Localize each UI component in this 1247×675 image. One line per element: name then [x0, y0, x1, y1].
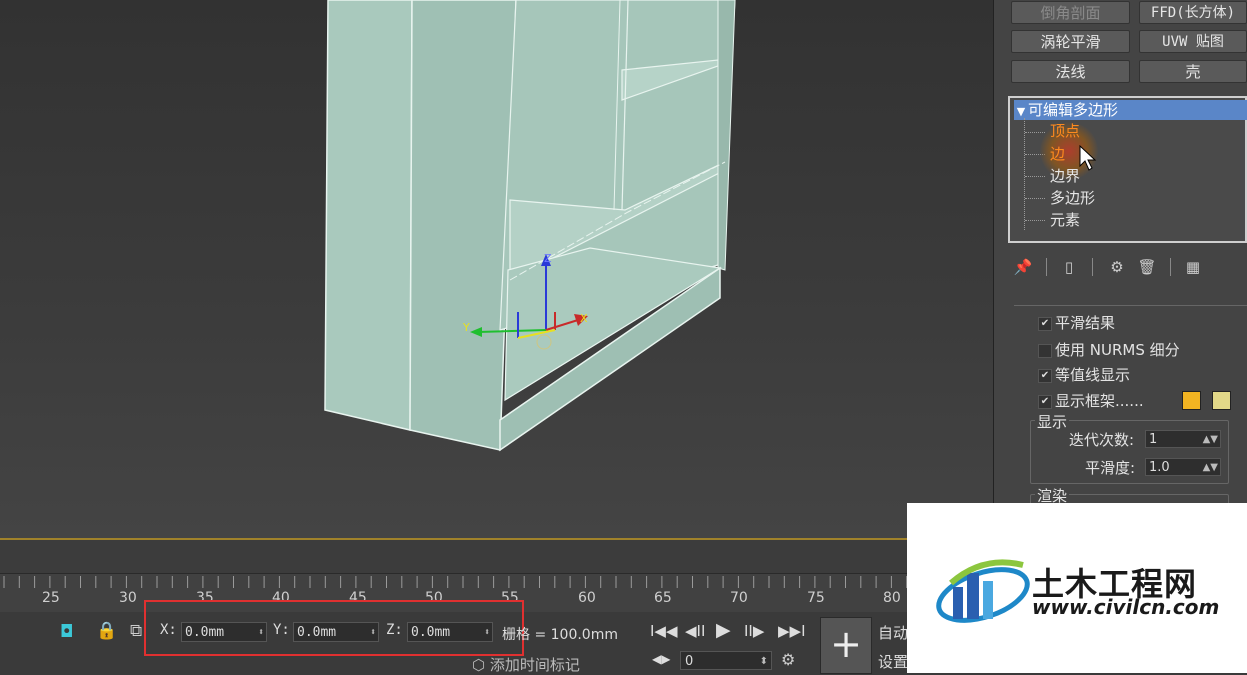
current-frame-field[interactable]: 0 ⬍: [680, 651, 772, 670]
next-frame-button[interactable]: II▶: [744, 622, 764, 640]
tree-tick: [1025, 220, 1045, 221]
configure-modifier-sets-icon[interactable]: ▦: [1182, 255, 1204, 279]
stack-item-label: 可编辑多边形: [1028, 101, 1119, 119]
toolbar-separator: [1046, 258, 1047, 276]
tree-connector: [1024, 118, 1026, 230]
coordinate-highlight-box: [144, 600, 524, 656]
display-group-title: 显示: [1035, 411, 1070, 432]
logo-url-text: www.civilcn.com: [1032, 595, 1220, 619]
isolate-selection-icon[interactable]: ◘: [60, 622, 73, 642]
turbosmooth-button[interactable]: 涡轮平滑: [1011, 30, 1130, 53]
mouse-cursor-icon: [1079, 144, 1097, 171]
sub-object-edge[interactable]: 边: [1050, 144, 1065, 164]
rollout-divider: [1014, 305, 1247, 306]
key-mode-toggle[interactable]: ◀▶: [652, 652, 670, 666]
auto-key-button[interactable]: 自动: [878, 622, 908, 643]
modifier-stack[interactable]: ▼ 可编辑多边形: [1008, 96, 1247, 243]
spinner-arrows-icon[interactable]: ▲▼: [1203, 459, 1218, 477]
sub-object-polygon[interactable]: 多边形: [1050, 188, 1095, 208]
key-plus-icon: +: [830, 622, 862, 666]
grid-size-text: 栅格 = 100.0mm: [502, 627, 618, 643]
ruler-label: 25: [42, 590, 60, 606]
cage-color-swatch-2[interactable]: [1212, 391, 1231, 410]
cabinet-model[interactable]: Z Y X: [0, 0, 993, 540]
selection-lock-icon[interactable]: 🔒: [96, 621, 117, 641]
smoothness-value: 1.0: [1149, 460, 1170, 475]
add-time-tag[interactable]: ⬡ 添加时间标记: [472, 654, 580, 675]
time-configuration-icon[interactable]: ⚙: [781, 650, 795, 669]
gizmo-y-label: Y: [462, 321, 470, 334]
ruler-label: 65: [654, 590, 672, 606]
set-key-mode-button[interactable]: 设置: [878, 651, 908, 672]
prev-frame-button[interactable]: ◀II: [685, 622, 705, 640]
stack-item-editable-poly[interactable]: ▼ 可编辑多边形: [1014, 100, 1247, 120]
ruler-label: 30: [119, 590, 137, 606]
toolbar-separator: [1092, 258, 1093, 276]
smooth-result-label: 平滑结果: [1055, 314, 1116, 332]
isoline-display-checkbox[interactable]: ✔ 等值线显示: [1038, 364, 1130, 385]
toolbar-separator: [1170, 258, 1171, 276]
use-nurms-checkbox[interactable]: 使用 NURMS 细分: [1038, 339, 1180, 360]
tree-tick: [1025, 176, 1045, 177]
add-time-tag-label: 添加时间标记: [489, 656, 580, 674]
remove-modifier-icon[interactable]: 🗑: [1136, 255, 1158, 279]
ffd-box-button[interactable]: FFD(长方体): [1139, 1, 1247, 24]
ruler-label: 60: [578, 590, 596, 606]
cage-color-swatch-1[interactable]: [1182, 391, 1201, 410]
tree-tick: [1025, 132, 1045, 133]
iterations-value: 1: [1149, 432, 1158, 447]
show-cage-label: 显示框架......: [1055, 392, 1144, 410]
shell-button[interactable]: 壳: [1139, 60, 1247, 83]
ruler-label: 80: [883, 590, 901, 606]
smooth-result-checkbox[interactable]: ✔ 平滑结果: [1038, 312, 1115, 333]
stack-toolbar: 📌 ▯ ⚙ 🗑 ▦: [1010, 255, 1247, 281]
isoline-display-label: 等值线显示: [1055, 366, 1131, 384]
tree-tick: [1025, 198, 1045, 199]
make-unique-icon[interactable]: ⚙: [1106, 255, 1128, 279]
normal-button[interactable]: 法线: [1011, 60, 1130, 83]
ruler-label: 75: [807, 590, 825, 606]
smoothness-spinner[interactable]: 1.0 ▲▼: [1145, 458, 1221, 476]
bevel-profile-button[interactable]: 倒角剖面: [1011, 1, 1130, 24]
use-nurms-label: 使用 NURMS 细分: [1055, 341, 1180, 359]
set-key-button[interactable]: +: [820, 617, 872, 674]
show-cage-checkbox[interactable]: ✔ 显示框架......: [1038, 390, 1144, 411]
pin-stack-icon[interactable]: 📌: [1012, 255, 1034, 279]
ruler-label: 70: [730, 590, 748, 606]
spinner-arrows-icon[interactable]: ▲▼: [1203, 431, 1218, 449]
time-tag-icon: ⬡: [472, 656, 490, 674]
goto-start-button[interactable]: I◀◀: [650, 622, 678, 640]
uvw-map-button[interactable]: UVW 贴图: [1139, 30, 1247, 53]
smoothness-label: 平滑度:: [1085, 459, 1136, 477]
iterations-spinner[interactable]: 1 ▲▼: [1145, 430, 1221, 448]
absolute-offset-mode-icon[interactable]: ⧉: [130, 621, 142, 641]
show-end-result-icon[interactable]: ▯: [1058, 255, 1080, 279]
gizmo-x-label: X: [580, 312, 588, 325]
perspective-viewport[interactable]: Z Y X: [0, 0, 993, 540]
spinner-arrows-icon[interactable]: ⬍: [760, 652, 768, 671]
sub-object-element[interactable]: 元素: [1050, 210, 1080, 230]
watermark-logo: 土木工程网 www.civilcn.com: [907, 503, 1247, 673]
sub-object-border[interactable]: 边界: [1050, 166, 1080, 186]
sub-object-vertex[interactable]: 顶点: [1050, 121, 1080, 141]
iterations-label: 迭代次数:: [1069, 431, 1135, 449]
goto-end-button[interactable]: ▶▶I: [778, 622, 806, 640]
play-button[interactable]: ▶: [716, 619, 731, 641]
ruler-ticks: [3, 576, 907, 588]
gizmo-z-label: Z: [544, 252, 552, 265]
current-frame-value: 0: [685, 654, 694, 669]
